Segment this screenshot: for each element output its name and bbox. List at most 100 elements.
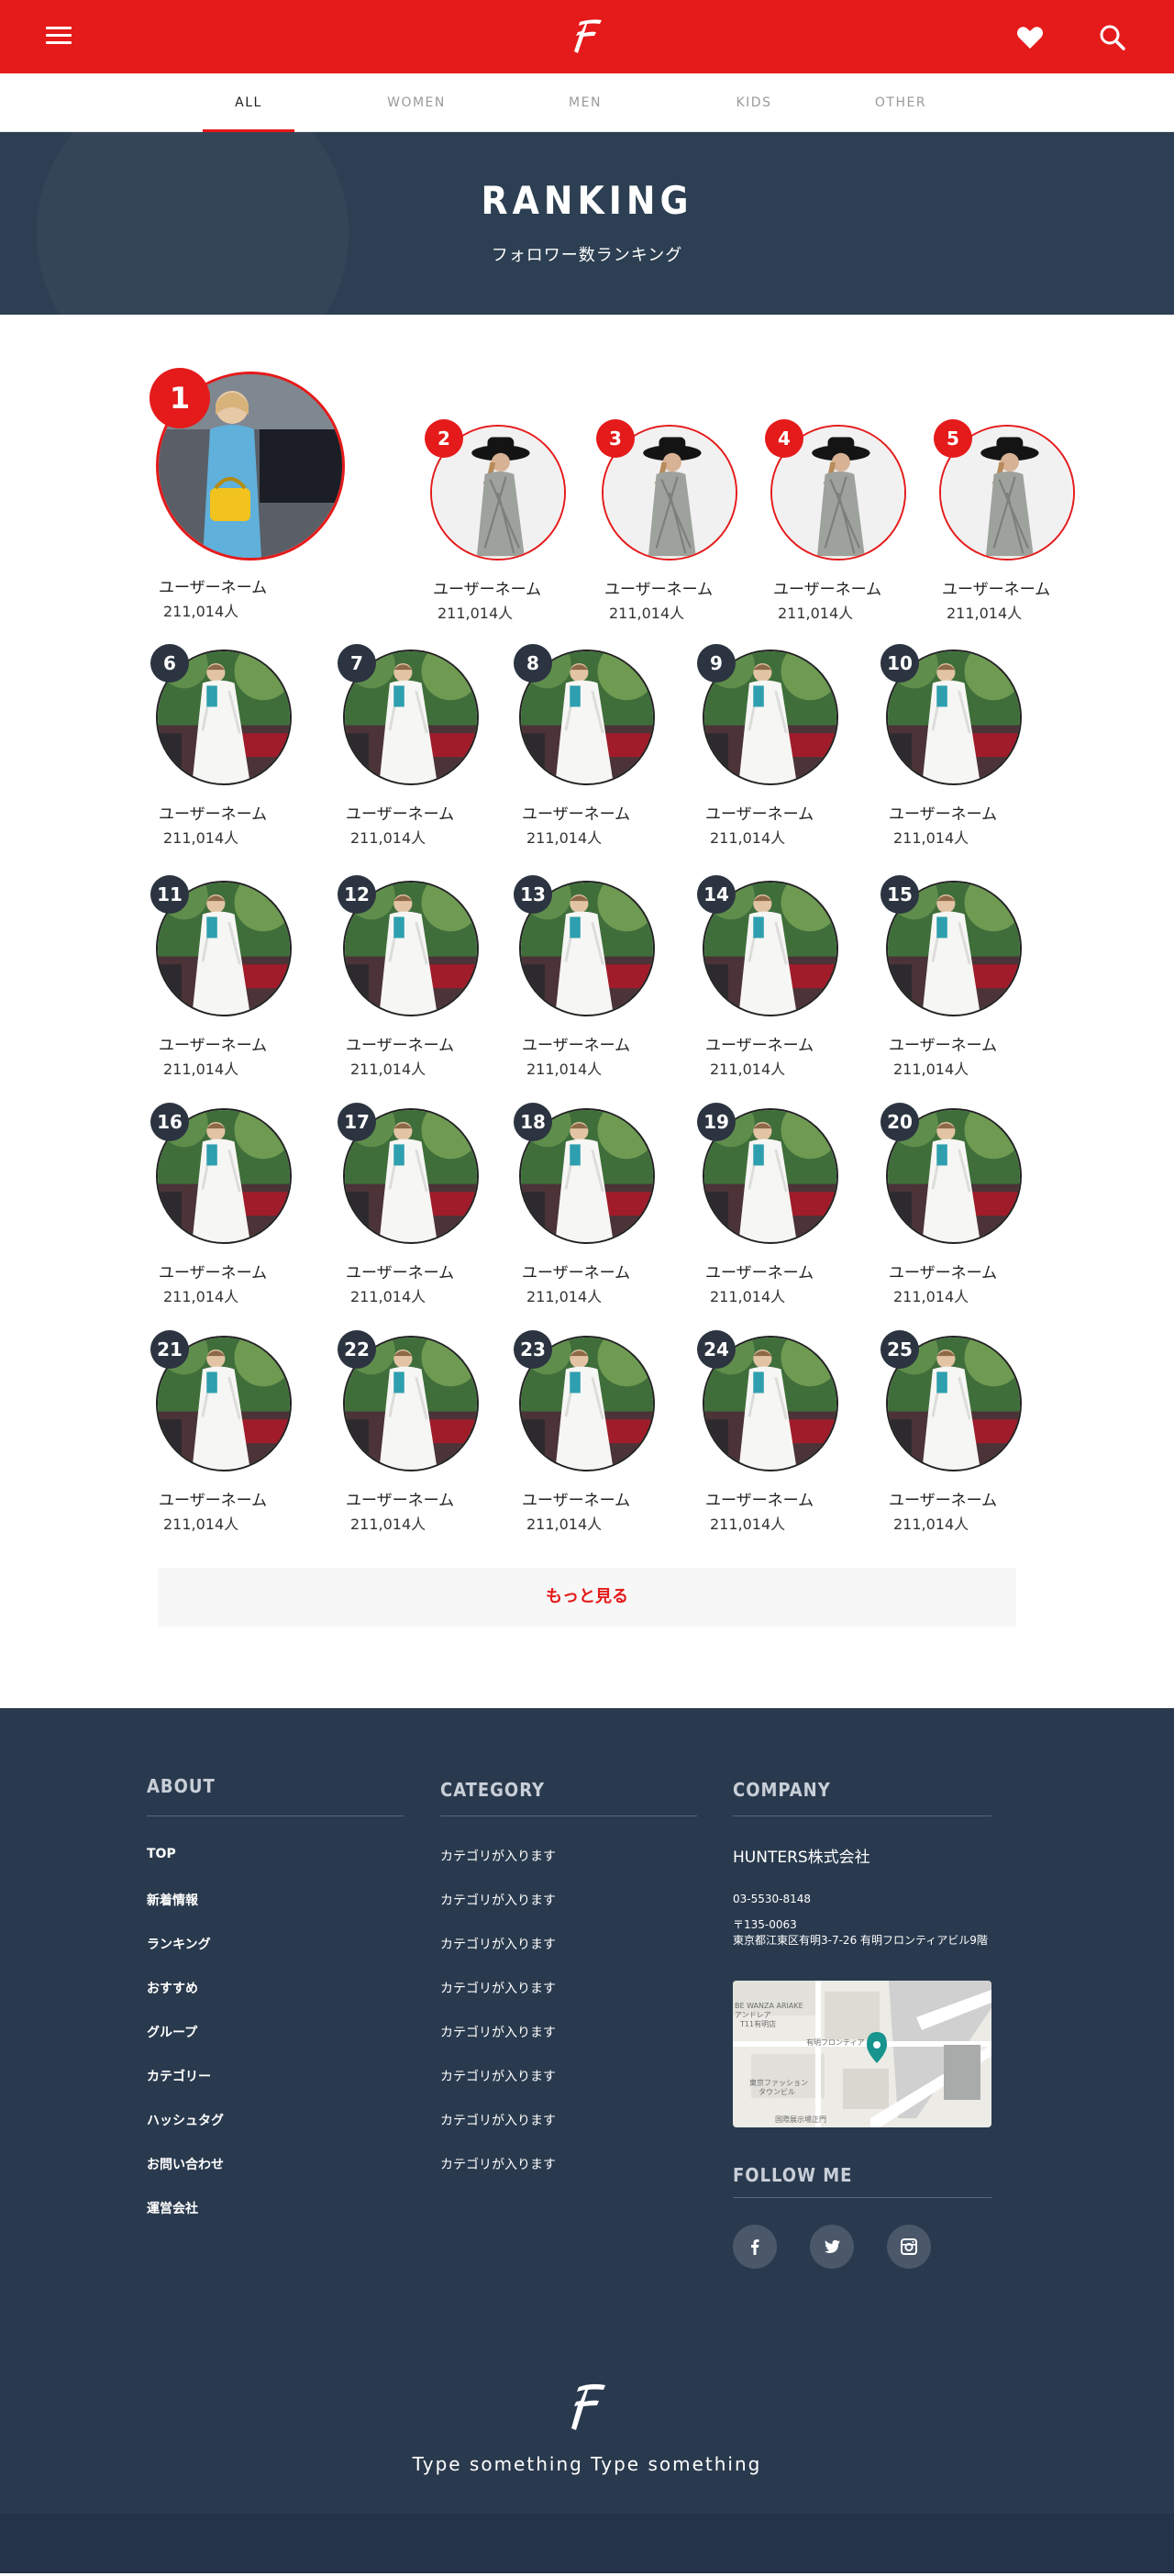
map-label: アンドレア [735, 2011, 771, 2019]
user-name[interactable]: ユーザーネーム [942, 576, 1050, 599]
footer-category-link[interactable]: カテゴリが入ります [440, 1935, 556, 1953]
rank-badge: 9 [697, 644, 736, 683]
footer-category-link[interactable]: カテゴリが入ります [440, 1891, 556, 1909]
user-name[interactable]: ユーザーネーム [522, 1032, 630, 1055]
company-heading: COMPANY [733, 1779, 831, 1801]
follower-count: 211,014人 [163, 603, 239, 620]
follow-divider [733, 2197, 991, 2198]
user-name[interactable]: ユーザーネーム [705, 1487, 814, 1510]
about-divider [147, 1815, 404, 1816]
ranking-hero: RANKING フォロワー数ランキング [0, 132, 1174, 315]
footer-tagline: Type something Type something [412, 2453, 762, 2475]
footer-bottom-bar [0, 2514, 1174, 2573]
user-name[interactable]: ユーザーネーム [159, 801, 267, 824]
user-name[interactable]: ユーザーネーム [889, 1260, 997, 1282]
rank-badge: 1 [150, 368, 210, 428]
twitter-icon[interactable] [810, 2225, 854, 2269]
script-f-logo-icon[interactable] [569, 15, 605, 57]
user-name[interactable]: ユーザーネーム [889, 801, 997, 824]
footer-about-link[interactable]: グループ [147, 2023, 197, 2041]
user-name[interactable]: ユーザーネーム [159, 574, 267, 597]
user-name[interactable]: ユーザーネーム [159, 1487, 267, 1510]
user-name[interactable]: ユーザーネーム [604, 576, 713, 599]
hamburger-menu-icon[interactable] [44, 22, 73, 51]
footer-about-link[interactable]: おすすめ [147, 1979, 198, 1997]
script-f-logo-icon[interactable] [565, 2378, 609, 2435]
tab-women[interactable]: WOMEN [371, 73, 462, 132]
footer-category-link[interactable]: カテゴリが入ります [440, 1847, 556, 1865]
tab-kids[interactable]: KIDS [708, 73, 800, 132]
tab-men[interactable]: MEN [539, 73, 631, 132]
user-name[interactable]: ユーザーネーム [346, 1032, 454, 1055]
ranking-grid: もっと見る 1 ユーザーネーム 211,014人 2 ユーザーネーム 211,014人 3 ユ… [0, 315, 1174, 1708]
follower-count: 211,014人 [893, 1516, 969, 1533]
search-icon[interactable] [1097, 22, 1128, 53]
rank-badge: 11 [150, 875, 189, 914]
follower-count: 211,014人 [893, 829, 969, 847]
user-name[interactable]: ユーザーネーム [773, 576, 881, 599]
rank-badge: 25 [880, 1330, 919, 1369]
footer-category-link[interactable]: カテゴリが入ります [440, 2111, 556, 2129]
about-heading: ABOUT [147, 1775, 216, 1797]
rank-badge: 3 [596, 419, 635, 458]
user-name[interactable]: ユーザーネーム [889, 1032, 997, 1055]
rank-badge: 22 [338, 1330, 376, 1369]
rank-badge: 13 [514, 875, 552, 914]
user-name[interactable]: ユーザーネーム [346, 1487, 454, 1510]
user-name[interactable]: ユーザーネーム [705, 1032, 814, 1055]
follower-count: 211,014人 [710, 1060, 786, 1078]
follower-count: 211,014人 [163, 1288, 239, 1305]
rank-badge: 10 [880, 644, 919, 683]
footer-about-link[interactable]: 新着情報 [147, 1891, 198, 1909]
user-name[interactable]: ユーザーネーム [433, 576, 541, 599]
user-name[interactable]: ユーザーネーム [159, 1032, 267, 1055]
user-name[interactable]: ユーザーネーム [705, 1260, 814, 1282]
follower-count: 211,014人 [893, 1060, 969, 1078]
rank-badge: 4 [765, 419, 803, 458]
facebook-icon[interactable] [733, 2225, 777, 2269]
footer-category-link[interactable]: カテゴリが入ります [440, 1979, 556, 1997]
company-name: HUNTERS株式会社 [733, 1849, 870, 1867]
follower-count: 211,014人 [437, 605, 514, 622]
footer-about-link[interactable]: ハッシュタグ [147, 2111, 224, 2129]
tab-other[interactable]: OTHER [855, 73, 947, 132]
rank-badge: 5 [934, 419, 972, 458]
category-tabs: ALL WOMEN MEN KIDS OTHER [0, 73, 1174, 132]
load-more-button[interactable]: もっと見る [158, 1568, 1016, 1627]
footer-about-link[interactable]: カテゴリー [147, 2067, 211, 2085]
follower-count: 211,014人 [710, 1288, 786, 1305]
user-name[interactable]: ユーザーネーム [522, 1260, 630, 1282]
follower-count: 211,014人 [609, 605, 685, 622]
heart-icon[interactable] [1014, 22, 1046, 53]
user-name[interactable]: ユーザーネーム [705, 801, 814, 824]
follower-count: 211,014人 [526, 1288, 603, 1305]
user-name[interactable]: ユーザーネーム [522, 1487, 630, 1510]
footer-about-link[interactable]: TOP [147, 1847, 176, 1861]
location-map[interactable]: BE WANZA ARIAKE アンドレア T11有明店 有明フロンティア 東京… [733, 1981, 991, 2127]
follow-heading: FOLLOW ME [733, 2164, 853, 2186]
rank-badge: 8 [514, 644, 552, 683]
user-name[interactable]: ユーザーネーム [159, 1260, 267, 1282]
footer-about-link[interactable]: 運営会社 [147, 2199, 198, 2217]
user-name[interactable]: ユーザーネーム [346, 801, 454, 824]
map-label: 国際展示場正門 [775, 2115, 826, 2124]
company-postal: 〒135-0063 [733, 1918, 797, 1931]
footer-about-link[interactable]: ランキング [147, 1935, 211, 1953]
footer-about-link[interactable]: お問い合わせ [147, 2155, 224, 2173]
follower-count: 211,014人 [350, 1060, 426, 1078]
follower-count: 211,014人 [710, 1516, 786, 1533]
tab-all[interactable]: ALL [203, 73, 294, 132]
map-label: 有明フロンティア [806, 2037, 865, 2047]
map-label: タウンビル [759, 2088, 795, 2096]
footer-category-link[interactable]: カテゴリが入ります [440, 2067, 556, 2085]
follower-count: 211,014人 [526, 1060, 603, 1078]
user-name[interactable]: ユーザーネーム [346, 1260, 454, 1282]
instagram-icon[interactable] [887, 2225, 931, 2269]
follower-count: 211,014人 [778, 605, 854, 622]
rank-badge: 17 [338, 1103, 376, 1141]
user-name[interactable]: ユーザーネーム [889, 1487, 997, 1510]
footer-category-link[interactable]: カテゴリが入ります [440, 2155, 556, 2173]
follower-count: 211,014人 [163, 1516, 239, 1533]
user-name[interactable]: ユーザーネーム [522, 801, 630, 824]
footer-category-link[interactable]: カテゴリが入ります [440, 2023, 556, 2041]
